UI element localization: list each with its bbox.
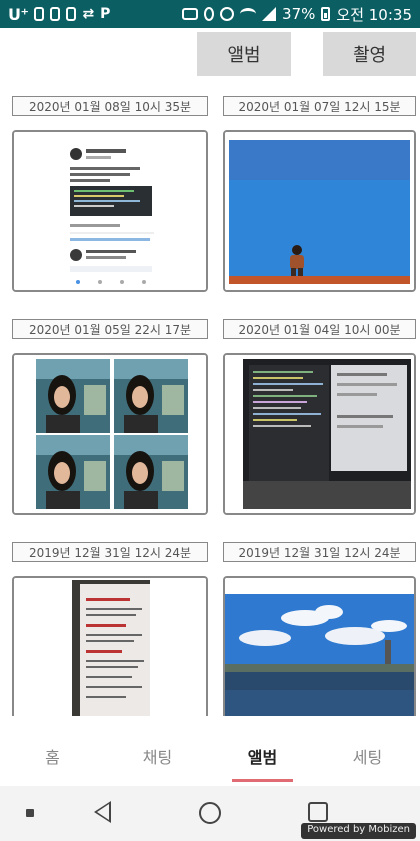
system-nav-bar: Powered by Mobizen (0, 786, 420, 841)
carrier-label: U⁺ (8, 4, 29, 24)
photo-date-label: 2020년 01월 08일 10시 35분 (12, 96, 208, 116)
photo-thumbnail-sky[interactable] (223, 130, 416, 292)
book-page-image (14, 578, 206, 716)
status-bar: U⁺ ⇄ P 37% 오전 10:35 (0, 0, 420, 28)
wifi-icon (240, 8, 257, 20)
photo-thumbnail-city[interactable] (223, 576, 416, 716)
photo-thumbnail-selfies[interactable] (12, 353, 208, 515)
message-icon (34, 7, 45, 21)
p-icon: P (100, 6, 111, 22)
photo-date-label: 2020년 01월 07일 12시 15분 (223, 96, 416, 116)
photo-date-label: 2020년 01월 05일 22시 17분 (12, 319, 208, 339)
photo-date-label: 2020년 01월 04일 10시 00분 (223, 319, 416, 339)
battery-percent: 37% (282, 5, 316, 23)
photo-thumbnail-book[interactable] (12, 576, 208, 716)
usb-icon: ⇄ (82, 6, 95, 22)
alarm-icon (220, 7, 235, 21)
notification-icon (66, 7, 77, 21)
status-left: U⁺ ⇄ P (8, 5, 110, 24)
recorder-watermark: Powered by Mobizen (301, 823, 416, 839)
tweet-screenshot-image (14, 132, 206, 290)
four-selfies-image (14, 355, 206, 513)
tab-settings[interactable]: 세팅 (315, 728, 420, 784)
photo-thumbnail-tweet[interactable] (12, 130, 208, 292)
back-icon[interactable] (94, 801, 111, 823)
bottom-tab-bar: 홈 채팅 앨범 세팅 (0, 728, 420, 784)
tab-home[interactable]: 홈 (0, 728, 105, 784)
battery-icon (321, 7, 331, 21)
tab-chat[interactable]: 채팅 (105, 728, 210, 784)
sim-icon (50, 7, 61, 21)
tab-album[interactable]: 앨범 (210, 728, 315, 784)
shoot-button[interactable]: 촬영 (323, 32, 416, 76)
photo-date-label: 2019년 12월 31일 12시 24분 (223, 542, 416, 562)
signal-icon (262, 7, 277, 21)
sky-person-image (225, 132, 414, 290)
album-button[interactable]: 앨범 (197, 32, 291, 76)
status-right: 37% 오전 10:35 (182, 4, 412, 25)
clock: 오전 10:35 (336, 5, 412, 24)
vibrate-icon (204, 7, 215, 21)
city-sky-image (225, 578, 414, 716)
home-icon[interactable] (199, 802, 221, 824)
laptop-code-image (225, 355, 414, 513)
cast-icon (182, 8, 199, 20)
recent-apps-icon[interactable] (308, 802, 328, 822)
photo-date-label: 2019년 12월 31일 12시 24분 (12, 542, 208, 562)
photo-thumbnail-laptop[interactable] (223, 353, 416, 515)
nav-dot-icon[interactable] (26, 809, 34, 817)
